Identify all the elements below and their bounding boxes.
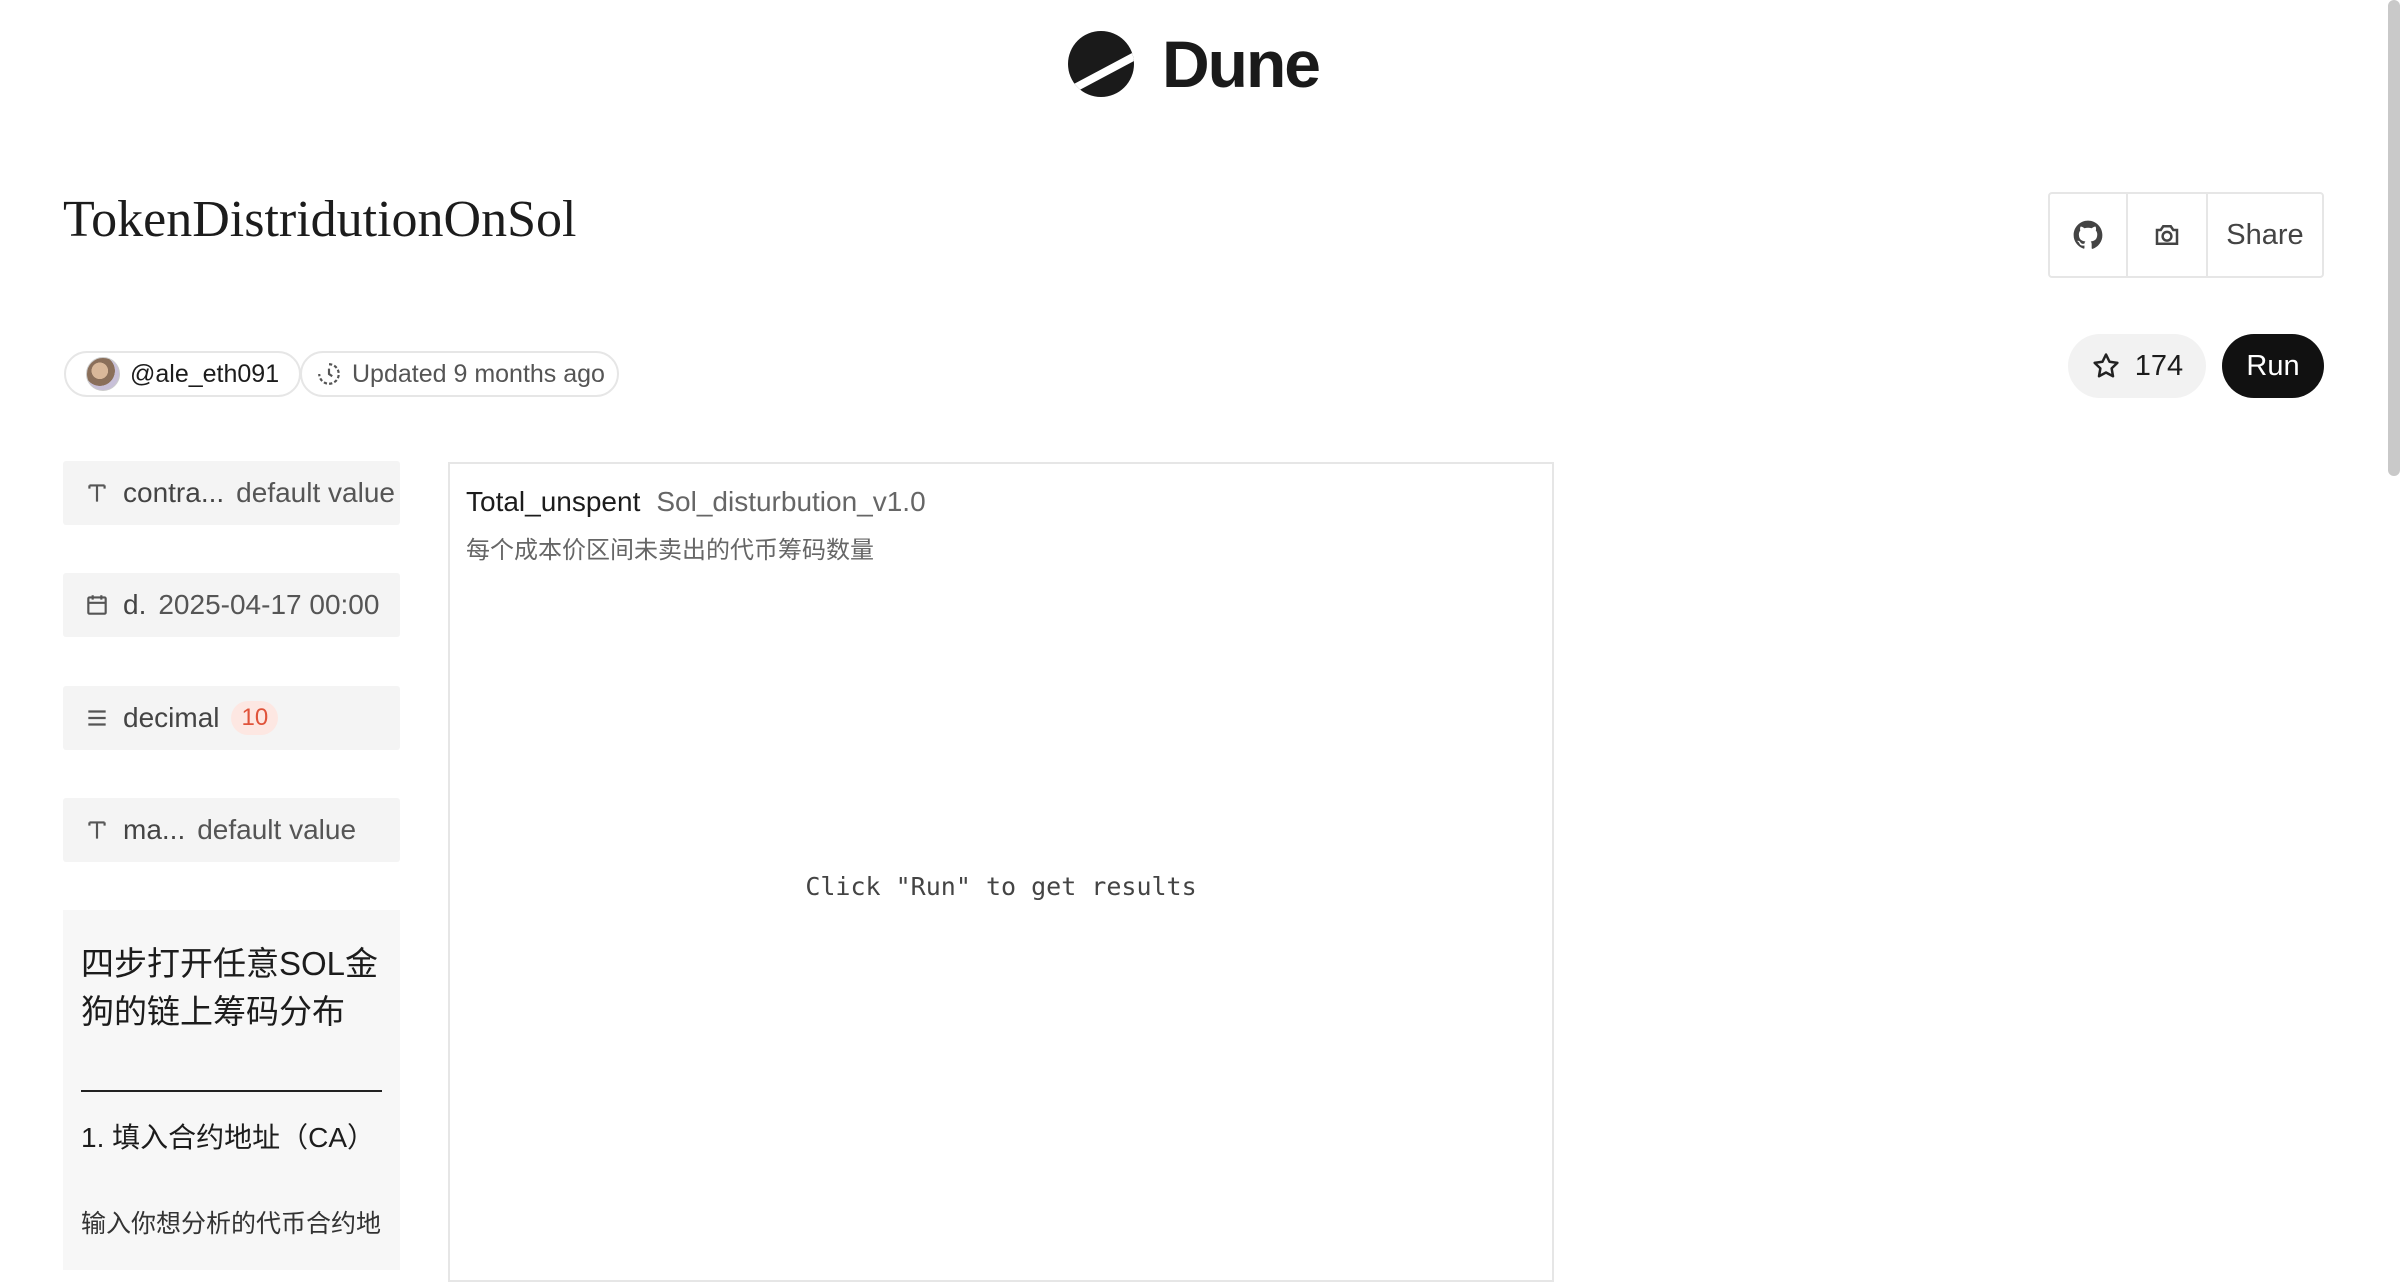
param-name: d. bbox=[123, 589, 147, 620]
dashboard-actions: Share bbox=[2048, 192, 2324, 278]
text-icon bbox=[83, 817, 111, 843]
dune-logo-mark bbox=[1068, 31, 1134, 97]
author-link[interactable]: @ale_eth091 bbox=[64, 351, 302, 397]
clock-icon bbox=[318, 363, 340, 385]
param-value-badge: 10 bbox=[231, 701, 279, 735]
param-name: contra... bbox=[123, 477, 225, 508]
calendar-icon bbox=[83, 592, 111, 618]
param-name: ma... bbox=[123, 814, 186, 845]
text-widget: 四步打开任意SOL金狗的链上筹码分布 1. 填入合约地址（CA） 输入你想分析的… bbox=[63, 910, 400, 1270]
param-date[interactable]: d. 2025-04-17 00:00 bbox=[63, 573, 400, 637]
github-icon bbox=[2073, 220, 2103, 249]
query-name-link[interactable]: Total_unspent bbox=[466, 486, 640, 518]
share-button[interactable]: Share bbox=[2208, 194, 2322, 276]
chart-panel: Total_unspent Sol_disturbution_v1.0 每个成本… bbox=[448, 462, 1554, 1282]
text-widget-heading: 四步打开任意SOL金狗的链上筹码分布 bbox=[81, 945, 379, 1030]
github-button[interactable] bbox=[2050, 194, 2128, 276]
param-value: default value bbox=[236, 477, 395, 508]
visualization-name: Sol_disturbution_v1.0 bbox=[656, 486, 926, 517]
list-icon bbox=[83, 705, 111, 731]
param-name: decimal bbox=[123, 702, 220, 733]
star-button[interactable]: 174 bbox=[2068, 334, 2206, 398]
param-value: 2025-04-17 00:00 bbox=[158, 589, 380, 620]
dune-logo-text: Dune bbox=[1162, 27, 1321, 101]
screenshot-button[interactable] bbox=[2128, 194, 2208, 276]
text-widget-step: 1. 填入合约地址（CA） bbox=[81, 1122, 376, 1153]
divider bbox=[81, 1090, 382, 1092]
run-button[interactable]: Run bbox=[2222, 334, 2324, 398]
dashboard-title: TokenDistridutionOnSol bbox=[63, 191, 577, 248]
avatar bbox=[86, 357, 120, 391]
empty-state-message: Click "Run" to get results bbox=[805, 872, 1197, 901]
param-decimal[interactable]: decimal 10 bbox=[63, 686, 400, 750]
scrollbar[interactable] bbox=[2388, 0, 2400, 476]
updated-badge: Updated 9 months ago bbox=[300, 351, 619, 397]
star-count: 174 bbox=[2134, 349, 2184, 382]
text-icon bbox=[83, 480, 111, 506]
param-contract-address[interactable]: contra... default value bbox=[63, 461, 400, 525]
param-value: default value bbox=[197, 814, 357, 845]
dune-logo[interactable]: Dune bbox=[1068, 27, 1321, 101]
panel-description: 每个成本价区间未卖出的代币筹码数量 bbox=[466, 537, 874, 564]
panel-header: Total_unspent Sol_disturbution_v1.0 bbox=[466, 486, 926, 518]
param-market[interactable]: ma... default value bbox=[63, 798, 400, 862]
camera-icon bbox=[2155, 225, 2179, 245]
text-widget-body: 输入你想分析的代币合约地 bbox=[81, 1210, 382, 1238]
author-name: @ale_eth091 bbox=[130, 359, 280, 388]
updated-text: Updated 9 months ago bbox=[352, 359, 605, 388]
star-icon bbox=[2093, 353, 2119, 378]
